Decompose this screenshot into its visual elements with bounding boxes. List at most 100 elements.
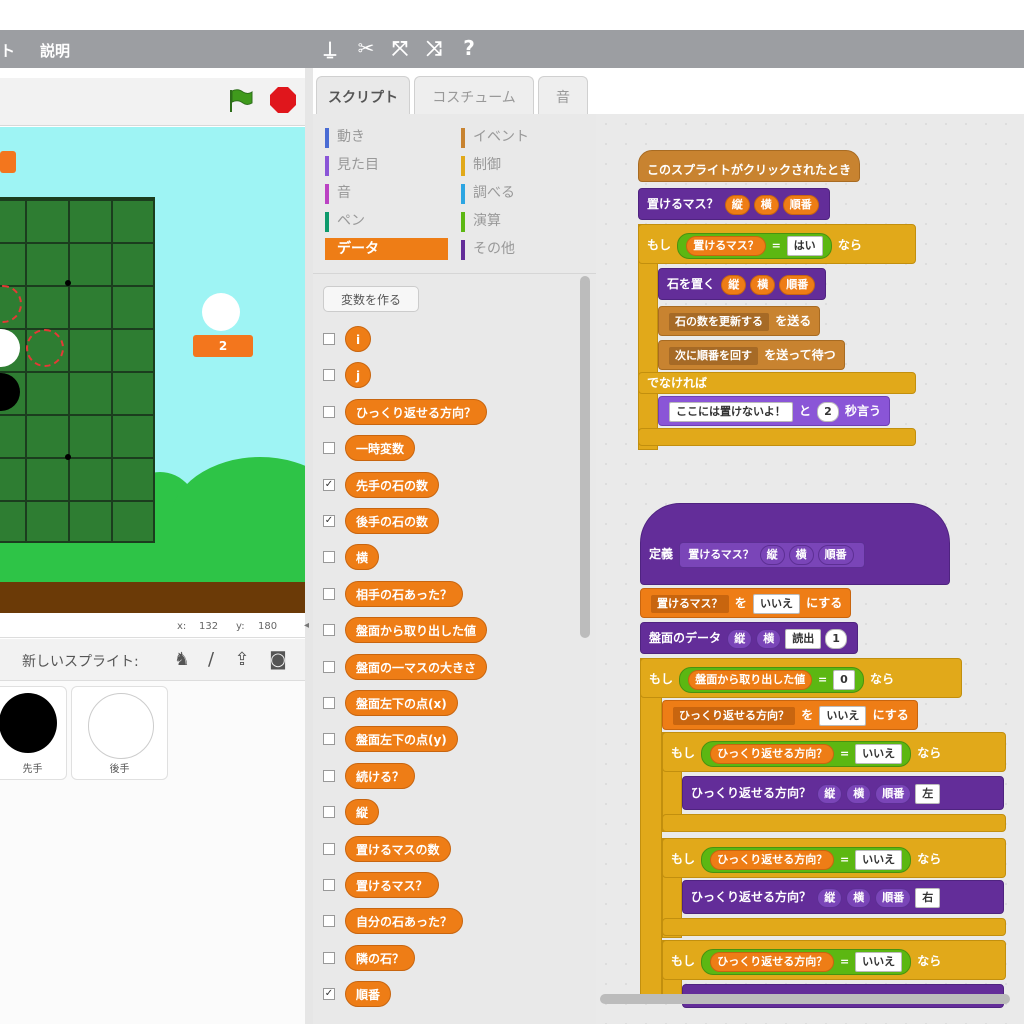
variable-reporter[interactable]: 後手の石の数 <box>345 508 440 534</box>
palette-scrollbar[interactable] <box>580 276 590 638</box>
variable-reporter[interactable]: 置けるマスの数 <box>345 835 451 862</box>
othello-board[interactable] <box>0 197 155 543</box>
variable-reporter[interactable]: 盤面の一マスの大きさ <box>345 653 488 680</box>
tab-sounds[interactable]: 音 <box>538 76 588 114</box>
category-control[interactable]: 制御 <box>461 154 501 176</box>
variable-checkbox[interactable] <box>323 879 335 891</box>
variable-checkbox[interactable] <box>323 369 335 382</box>
variable-checkbox[interactable] <box>323 333 335 345</box>
new-sprite-label: 新しいスプライト: <box>22 654 139 670</box>
stage-canvas[interactable]: 2 <box>0 127 305 613</box>
define-block[interactable]: 定義 置けるマス？ 縦横順番 <box>640 503 950 585</box>
if-else-block[interactable]: もし 置けるマス？ = はい なら <box>638 224 916 264</box>
stage-header <box>0 78 305 126</box>
variable-checkbox[interactable] <box>323 442 335 455</box>
nested-if-block[interactable]: もし ひっくり返せる方向？ = いいえ なら <box>662 838 1006 878</box>
variable-checkbox[interactable] <box>323 842 335 855</box>
nested-if-end <box>662 918 1006 936</box>
place-stone-block[interactable]: 石を置く 縦横順番 <box>658 268 827 300</box>
cut-icon[interactable]: ✂ <box>354 36 378 60</box>
variable-checkbox[interactable] <box>323 587 335 600</box>
variable-checkbox[interactable] <box>323 697 335 709</box>
variable-checkbox[interactable] <box>323 951 335 964</box>
nested-if-block[interactable]: もし ひっくり返せる方向？ = いいえ なら <box>662 940 1006 980</box>
category-sound[interactable]: 音 <box>325 182 351 204</box>
category-operators[interactable]: 演算 <box>461 210 501 232</box>
call-can-place-block[interactable]: 置けるマス？ 縦横順番 <box>638 188 830 220</box>
variable-checkbox[interactable] <box>323 733 335 746</box>
stamp-icon[interactable]: ⍊ <box>318 36 342 60</box>
tab-scripts[interactable]: スクリプト <box>316 76 410 114</box>
broadcast-block[interactable]: 石の数を更新する を送る <box>658 306 821 336</box>
variable-reporter[interactable]: 自分の石あった？ <box>345 908 464 935</box>
set-direction-block[interactable]: ひっくり返せる方向？ を いいえ にする <box>662 700 918 730</box>
check-direction-block[interactable]: ひっくり返せる方向？ 縦横順番左 <box>682 776 1004 810</box>
category-motion[interactable]: 動き <box>325 126 365 148</box>
grow-icon[interactable]: ⤧ <box>388 36 412 60</box>
variable-reporter[interactable]: 盤面から取り出した値 <box>345 617 488 644</box>
variable-reporter[interactable]: 盤面左下の点(x) <box>345 690 458 716</box>
set-variable-block[interactable]: 置けるマス？ を いいえ にする <box>640 588 852 618</box>
hint-marker[interactable] <box>26 329 64 367</box>
category-sensing[interactable]: 調べる <box>461 182 515 204</box>
upload-sprite-icon[interactable]: ⇪ <box>230 648 254 672</box>
check-direction-block[interactable]: ひっくり返せる方向？ 縦横順番右 <box>682 880 1004 914</box>
variable-checkbox[interactable] <box>323 405 335 418</box>
variable-reporter[interactable]: 相手の石あった？ <box>345 580 464 607</box>
board-dot <box>65 280 71 286</box>
tab-costumes[interactable]: コスチューム <box>414 76 534 114</box>
menu-item-file[interactable]: ト <box>0 40 15 61</box>
nested-if-block[interactable]: もし ひっくり返せる方向？ = いいえ なら <box>662 732 1006 772</box>
say-for-secs-block[interactable]: ここには置けないよ！ と 2 秒言う <box>658 396 891 426</box>
if-block[interactable]: もし 盤面から取り出した値 = 0 なら <box>640 658 962 698</box>
help-icon[interactable]: ? <box>457 36 481 60</box>
collapse-stage-icon[interactable]: ◂ <box>304 620 309 631</box>
camera-icon[interactable]: ◙ <box>266 648 290 672</box>
variable-checkbox[interactable] <box>323 806 335 819</box>
variable-checkbox[interactable] <box>323 660 335 673</box>
variable-checkbox[interactable]: ✓ <box>323 988 335 1001</box>
variable-reporter[interactable]: 盤面左下の点(y) <box>345 726 458 753</box>
variable-checkbox[interactable] <box>323 769 335 782</box>
menu-item-help[interactable]: 説明 <box>40 40 70 61</box>
shrink-icon[interactable]: ⤨ <box>422 36 446 60</box>
nested-if-end <box>662 814 1006 832</box>
category-data[interactable]: データ <box>325 238 448 260</box>
variable-checkbox[interactable] <box>323 624 335 637</box>
white-turn-indicator <box>202 293 240 331</box>
sprite-name: 先手 <box>22 764 43 775</box>
category-events[interactable]: イベント <box>461 126 529 148</box>
make-variable-button[interactable]: 変数を作る <box>323 286 419 312</box>
variable-monitor <box>0 151 16 173</box>
broadcast-and-wait-block[interactable]: 次に順番を回す を送って待つ <box>658 340 845 370</box>
variable-checkbox[interactable] <box>323 551 335 564</box>
variable-reporter[interactable]: 縦 <box>345 799 380 826</box>
stop-icon[interactable] <box>269 86 297 114</box>
category-looks[interactable]: 見た目 <box>325 154 379 176</box>
script-area-scrollbar[interactable] <box>600 994 1010 1004</box>
choose-sprite-icon[interactable]: ♞ <box>170 648 194 672</box>
when-sprite-clicked-hat[interactable]: このスプライトがクリックされたとき <box>638 150 861 182</box>
variable-reporter[interactable]: 一時変数 <box>345 435 416 462</box>
variable-reporter[interactable]: 隣の石？ <box>345 944 416 971</box>
variable-reporter[interactable]: 横 <box>345 544 380 571</box>
green-flag-icon[interactable] <box>226 86 254 114</box>
variable-reporter[interactable]: 順番 <box>345 981 392 1008</box>
category-more-blocks[interactable]: その他 <box>461 238 515 260</box>
variable-reporter[interactable]: j <box>345 362 372 389</box>
x-value: 132 <box>199 621 219 632</box>
variable-reporter[interactable]: 先手の石の数 <box>345 471 440 498</box>
category-pen[interactable]: ペン <box>325 210 365 232</box>
paint-sprite-icon[interactable]: / <box>199 648 223 672</box>
sprite-name: 後手 <box>109 764 130 775</box>
variable-reporter[interactable]: 続ける？ <box>345 762 416 789</box>
variable-reporter[interactable]: 置けるマス？ <box>345 872 439 898</box>
sprite-card[interactable]: 後手 <box>71 686 168 780</box>
sprite-card[interactable]: 先手 <box>0 686 67 780</box>
variable-reporter[interactable]: ひっくり返せる方向？ <box>345 398 488 425</box>
variable-reporter[interactable]: i <box>345 326 372 352</box>
variable-checkbox[interactable] <box>323 915 335 928</box>
variable-checkbox[interactable]: ✓ <box>323 478 335 491</box>
variable-checkbox[interactable]: ✓ <box>323 515 335 527</box>
board-data-block[interactable]: 盤面のデータ 縦横読出 1 <box>640 622 858 654</box>
